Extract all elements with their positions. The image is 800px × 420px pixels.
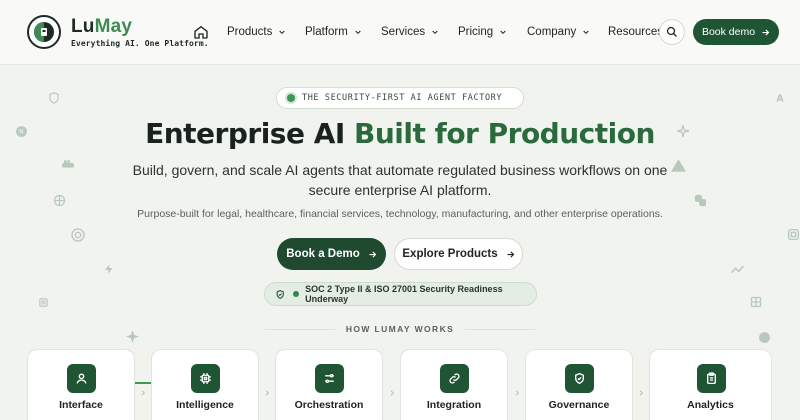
arrow-right-icon xyxy=(507,250,514,258)
how-it-works-heading: HOW LUMAY WORKS xyxy=(345,324,455,334)
nav-label: Resources xyxy=(608,26,663,38)
nav-item-company[interactable]: Company xyxy=(527,24,590,40)
frame-icon xyxy=(787,228,800,241)
step-label: Governance xyxy=(548,399,610,411)
nav-item-resources[interactable]: Resources xyxy=(608,24,663,40)
status-dot xyxy=(293,291,300,297)
chevron-right-icon xyxy=(141,390,146,396)
nav-item-platform[interactable]: Platform xyxy=(305,24,362,40)
arrow-right-icon xyxy=(369,250,377,258)
book-a-demo-label: Book a Demo xyxy=(286,248,360,260)
logo-wordmark[interactable]: LuMay Everything AI. One Platform. xyxy=(71,17,209,48)
box-icon xyxy=(39,298,48,307)
chevron-right-icon xyxy=(639,390,644,396)
book-demo-button[interactable]: Book demo xyxy=(693,19,779,45)
nav-label: Pricing xyxy=(458,26,494,38)
grid-icon xyxy=(750,296,762,308)
nav-item-services[interactable]: Services xyxy=(381,24,439,40)
explore-products-label: Explore Products xyxy=(402,248,498,260)
step-label: Orchestration xyxy=(294,399,364,411)
chevron-right-icon xyxy=(515,390,520,396)
sliders-icon xyxy=(315,364,344,393)
chevron-down-icon xyxy=(279,30,286,35)
brand-name-part2: May xyxy=(94,16,133,37)
shield-check-icon xyxy=(565,364,594,393)
clipboard-icon xyxy=(697,364,726,393)
security-badge-text: SOC 2 Type II & ISO 27001 Security Readi… xyxy=(305,284,503,304)
hero-subtitle: Build, govern, and scale AI agents that … xyxy=(132,162,668,198)
book-demo-label: Book demo xyxy=(701,26,756,38)
step-card-interface[interactable]: Interface xyxy=(27,349,135,420)
book-a-demo-button[interactable]: Book a Demo xyxy=(277,238,386,270)
chevron-down-icon xyxy=(432,30,438,35)
brand-name-part1: Lu xyxy=(71,16,95,37)
nav-label: Company xyxy=(527,26,577,38)
link-icon xyxy=(440,364,469,393)
explore-products-button[interactable]: Explore Products xyxy=(394,238,523,270)
chip-icon xyxy=(191,364,220,393)
hero-title: Enterprise AI Built for Production xyxy=(0,116,800,152)
top-nav-bar: LuMay Everything AI. One Platform. Produ… xyxy=(0,0,800,65)
docker-icon xyxy=(62,160,74,168)
step-label: Integration xyxy=(426,399,482,411)
logo-icon[interactable] xyxy=(27,15,61,49)
lightning-icon xyxy=(105,264,113,274)
trend-icon xyxy=(730,265,745,274)
nav-label: Services xyxy=(381,26,426,38)
eyebrow-pill: THE SECURITY-FIRST AI AGENT FACTORY xyxy=(276,87,524,109)
python-icon xyxy=(694,194,707,207)
nav-item-products[interactable]: Products xyxy=(227,24,286,40)
chevron-right-icon xyxy=(390,390,395,396)
shield-check-icon xyxy=(276,289,284,299)
step-card-integration[interactable]: Integration xyxy=(400,349,508,420)
user-icon xyxy=(67,364,96,393)
hero-title-plain: Enterprise AI xyxy=(145,117,355,150)
status-dot xyxy=(287,94,295,102)
arrow-right-icon xyxy=(762,28,770,36)
search-icon xyxy=(666,26,677,37)
hero-title-accent: Built for Production xyxy=(354,117,655,150)
chevron-down-icon xyxy=(355,30,361,35)
step-label: Interface xyxy=(59,399,103,411)
step-card-analytics[interactable]: Analytics xyxy=(649,349,772,420)
svg-text:A: A xyxy=(776,94,784,105)
home-icon[interactable] xyxy=(193,24,209,40)
step-label: Analytics xyxy=(687,399,734,411)
nav-label: Products xyxy=(227,26,273,38)
chevron-right-icon xyxy=(265,390,270,396)
chevron-down-icon xyxy=(583,30,589,35)
shield-icon xyxy=(49,92,59,104)
brand-tagline: Everything AI. One Platform. xyxy=(71,39,209,48)
search-button[interactable] xyxy=(659,19,685,45)
ai-mark-icon: A xyxy=(776,94,784,105)
security-badge: SOC 2 Type II & ISO 27001 Security Readi… xyxy=(264,282,537,306)
nav-label: Platform xyxy=(305,26,348,38)
hero-industries-text: Purpose-built for legal, healthcare, fin… xyxy=(137,208,663,220)
chevron-down-icon xyxy=(500,30,506,35)
openai-icon xyxy=(53,194,66,207)
nav-item-pricing[interactable]: Pricing xyxy=(458,24,507,40)
step-label: Intelligence xyxy=(176,399,234,411)
brand-name: LuMay xyxy=(71,17,209,36)
eyebrow-text: THE SECURITY-FIRST AI AGENT FACTORY xyxy=(302,93,503,103)
step-card-orchestration[interactable]: Orchestration xyxy=(275,349,383,420)
step-card-intelligence[interactable]: Intelligence xyxy=(151,349,259,420)
gear-icon xyxy=(71,228,85,242)
step-card-governance[interactable]: Governance xyxy=(525,349,633,420)
